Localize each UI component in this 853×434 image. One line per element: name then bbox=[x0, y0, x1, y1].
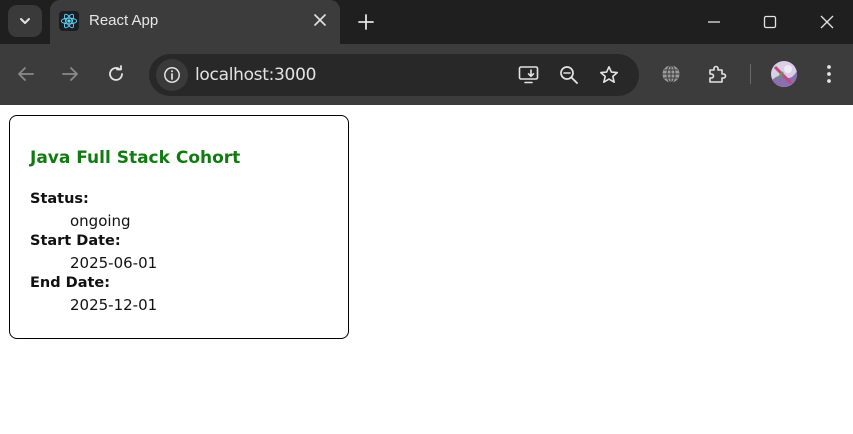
browser-tab[interactable]: React App bbox=[50, 0, 340, 44]
arrow-right-icon bbox=[62, 67, 78, 81]
minimize-icon bbox=[708, 21, 720, 23]
tab-search-button[interactable] bbox=[8, 5, 42, 37]
cohort-card: Java Full Stack Cohort Status: ongoing S… bbox=[9, 115, 349, 339]
toolbar-divider bbox=[750, 64, 751, 84]
plus-icon bbox=[358, 14, 374, 30]
address-bar[interactable]: localhost:3000 bbox=[149, 54, 639, 96]
reload-icon bbox=[109, 65, 123, 81]
globe-icon bbox=[662, 65, 680, 83]
new-tab-button[interactable] bbox=[352, 8, 380, 36]
status-value: ongoing bbox=[70, 212, 131, 230]
info-icon bbox=[164, 67, 180, 83]
puzzle-icon bbox=[709, 65, 727, 83]
arrow-left-icon bbox=[18, 67, 34, 81]
close-icon bbox=[314, 14, 326, 26]
end-date-value: 2025-12-01 bbox=[70, 296, 158, 314]
tab-strip: React App bbox=[0, 0, 853, 44]
translate-button[interactable] bbox=[657, 60, 685, 88]
close-icon bbox=[820, 15, 834, 29]
install-app-icon bbox=[518, 66, 539, 84]
browser-menu-button[interactable] bbox=[815, 60, 843, 88]
extensions-button[interactable] bbox=[703, 60, 731, 88]
profile-avatar[interactable] bbox=[771, 61, 797, 87]
reload-button[interactable] bbox=[100, 58, 132, 90]
browser-toolbar: localhost:3000 bbox=[0, 44, 853, 105]
site-info-button[interactable] bbox=[156, 59, 188, 91]
end-date-label: End Date: bbox=[30, 275, 111, 291]
url-text[interactable]: localhost:3000 bbox=[195, 65, 316, 85]
kebab-menu-icon bbox=[827, 65, 831, 83]
install-app-button[interactable] bbox=[517, 63, 541, 87]
tab-title: React App bbox=[89, 12, 159, 29]
minimize-button[interactable] bbox=[698, 6, 730, 38]
forward-button[interactable] bbox=[54, 58, 86, 90]
close-window-button[interactable] bbox=[811, 6, 843, 38]
back-button[interactable] bbox=[10, 58, 42, 90]
zoom-out-icon bbox=[560, 66, 578, 84]
start-date-label: Start Date: bbox=[30, 233, 121, 249]
bookmark-button[interactable] bbox=[597, 63, 621, 87]
maximize-icon bbox=[763, 15, 777, 29]
tab-close-button[interactable] bbox=[312, 12, 328, 28]
react-logo-icon bbox=[59, 11, 79, 31]
start-date-value: 2025-06-01 bbox=[70, 254, 158, 272]
chevron-down-icon bbox=[20, 18, 30, 24]
star-icon bbox=[600, 66, 618, 83]
status-label: Status: bbox=[30, 191, 89, 207]
cohort-title: Java Full Stack Cohort bbox=[30, 148, 241, 168]
zoom-button[interactable] bbox=[557, 63, 581, 87]
maximize-button[interactable] bbox=[754, 6, 786, 38]
avatar-icon bbox=[771, 61, 797, 87]
